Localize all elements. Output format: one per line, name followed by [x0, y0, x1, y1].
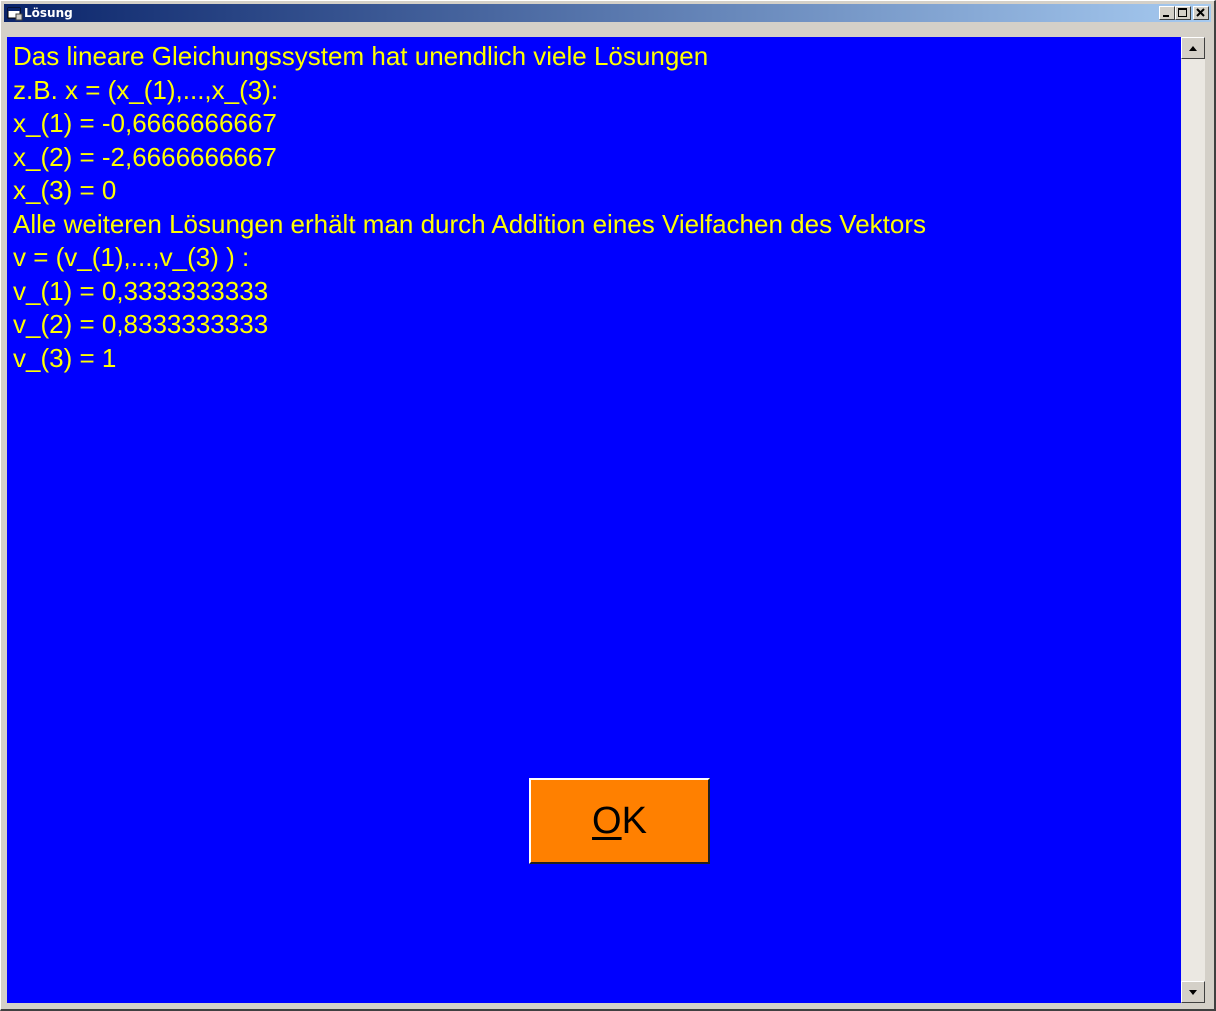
- maximize-icon: [1178, 8, 1187, 17]
- minimize-button[interactable]: [1159, 6, 1175, 20]
- result-line: Alle weiteren Lösungen erhält man durch …: [13, 208, 926, 239]
- arrow-up-icon: [1189, 46, 1197, 51]
- scroll-up-button[interactable]: [1181, 37, 1205, 59]
- maximize-button[interactable]: [1175, 6, 1191, 20]
- result-line: x_(1) = -0,6666666667: [13, 108, 277, 138]
- result-line: z.B. x = (x_(1),...,x_(3):: [13, 74, 279, 105]
- scroll-down-button[interactable]: [1181, 981, 1205, 1003]
- close-button[interactable]: [1193, 6, 1209, 20]
- ok-button-label-rest: K: [621, 799, 647, 842]
- title-bar[interactable]: Lösung: [4, 4, 1211, 22]
- arrow-down-icon: [1189, 990, 1197, 995]
- result-line: v_(3) = 1: [13, 342, 117, 373]
- solution-window: Lösung Das lineare Gleichungssystem hat …: [0, 0, 1216, 1011]
- app-window-icon[interactable]: [7, 5, 23, 21]
- result-line: v = (v_(1),...,v_(3) ) :: [13, 242, 250, 272]
- result-line: x_(2) = -2,6666666667: [13, 141, 277, 172]
- result-line: Das lineare Gleichungssystem hat unendli…: [13, 41, 709, 71]
- result-line: x_(3) = 0: [13, 175, 117, 205]
- close-icon: [1196, 8, 1205, 17]
- window-title: Lösung: [24, 6, 73, 20]
- ok-button-accelerator: O: [592, 799, 622, 842]
- result-line: v_(1) = 0,3333333333: [13, 275, 269, 306]
- result-line: v_(2) = 0,8333333333: [13, 309, 269, 339]
- vertical-scrollbar[interactable]: [1181, 37, 1205, 1003]
- results-text: Das lineare Gleichungssystem hat unendli…: [13, 40, 926, 375]
- results-panel: Das lineare Gleichungssystem hat unendli…: [7, 37, 1181, 1003]
- ok-button[interactable]: OK: [529, 778, 710, 864]
- minimize-icon: [1163, 15, 1169, 17]
